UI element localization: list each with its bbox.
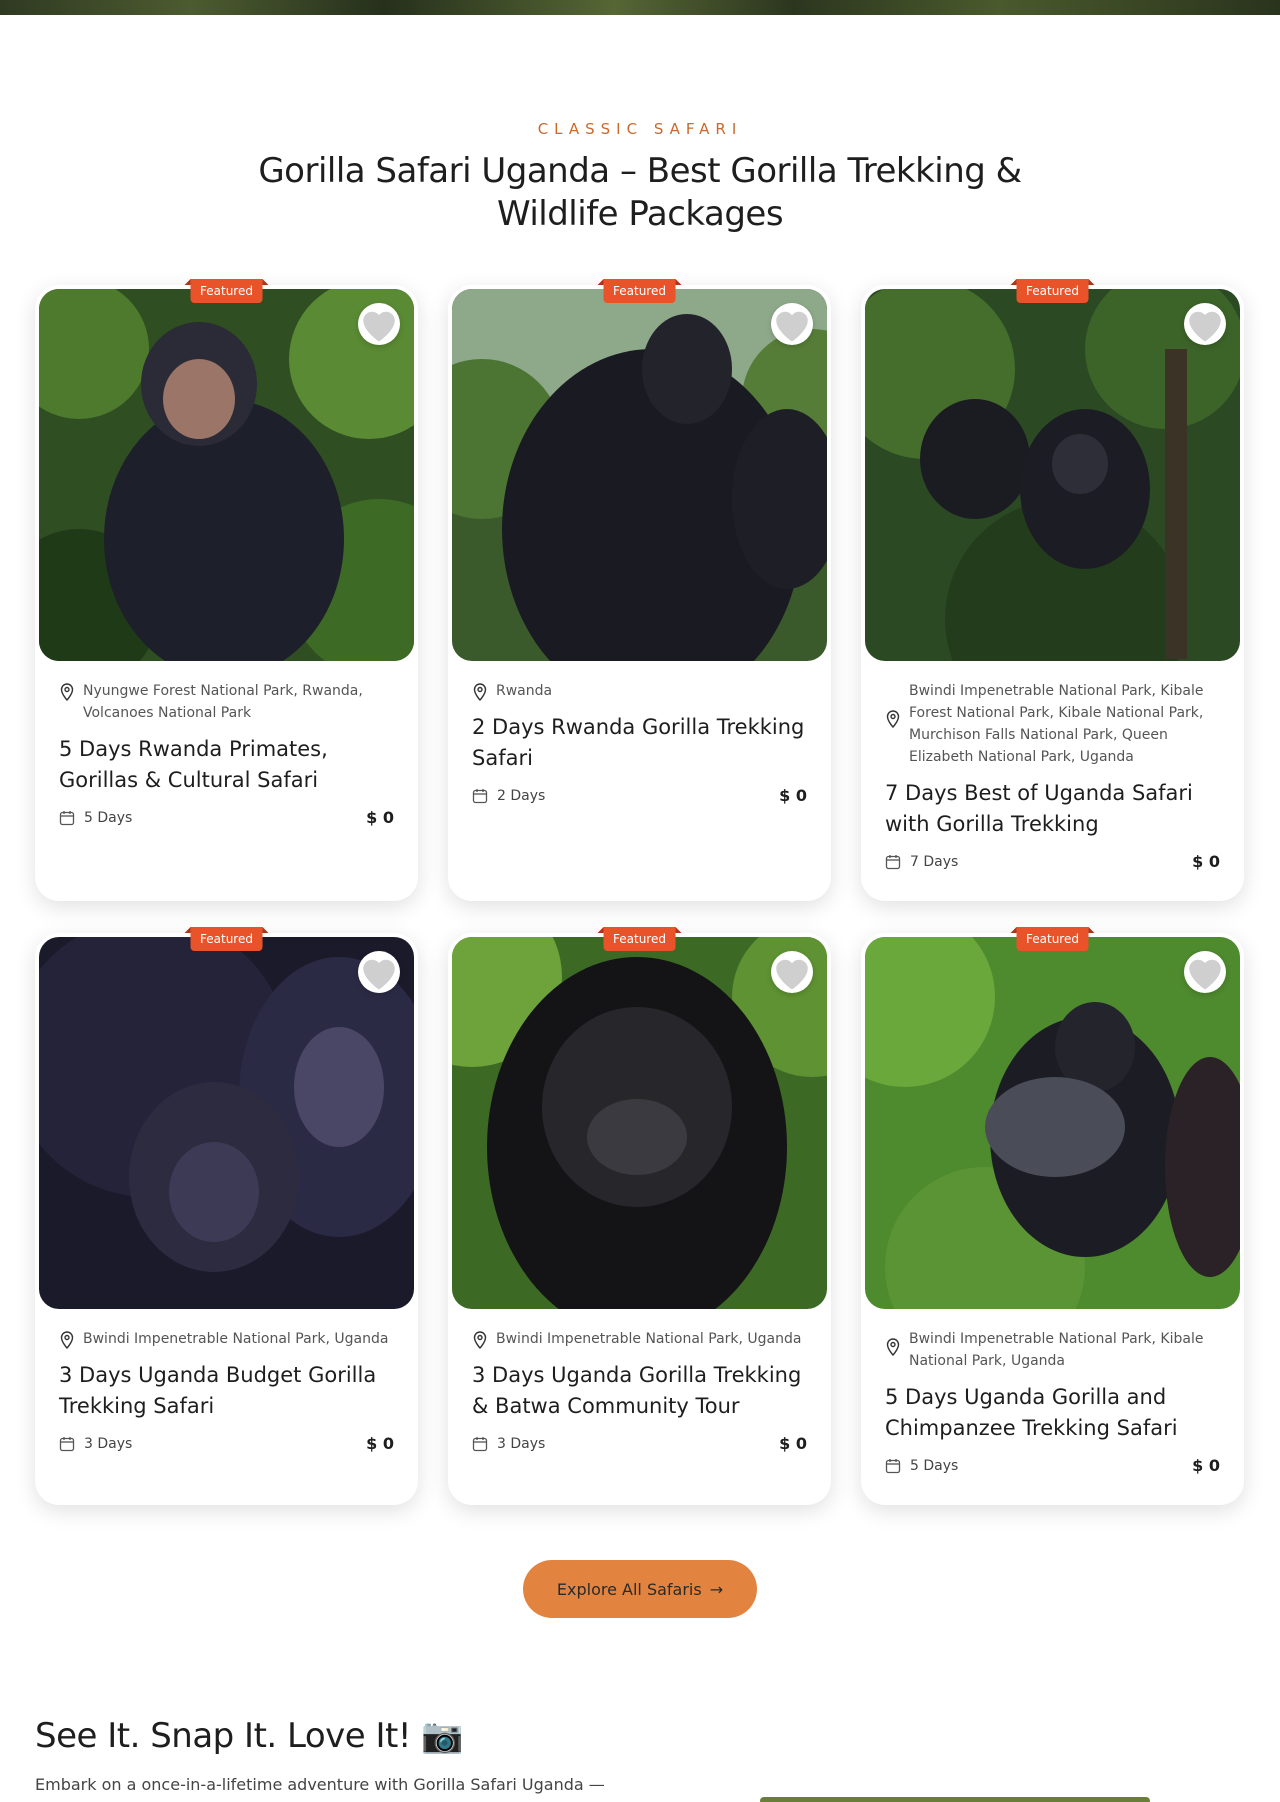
location-pin-icon [886,710,900,728]
card-duration: 5 Days [910,1457,959,1474]
safari-card[interactable]: Featured Bwindi Impenetrable National Pa… [861,927,1244,1505]
decorative-bar [760,1797,1150,1802]
featured-badge: Featured [1010,279,1095,303]
featured-badge: Featured [1010,927,1095,951]
card-duration: 7 Days [910,853,959,870]
calendar-icon [885,1458,901,1473]
card-price: $ 0 [366,1434,394,1453]
favorite-heart-icon[interactable] [1184,303,1226,345]
card-location: Bwindi Impenetrable National Park, Ugand… [496,1331,802,1347]
card-price: $ 0 [1192,1456,1220,1475]
safari-card-image[interactable] [39,937,414,1309]
safari-card-image[interactable] [39,289,414,661]
card-price: $ 0 [779,1434,807,1453]
card-location: Bwindi Impenetrable National Park, Ugand… [83,1331,389,1347]
card-duration: 3 Days [497,1435,546,1452]
safari-card-image[interactable] [865,289,1240,661]
card-location: Rwanda [496,683,553,699]
card-price: $ 0 [779,786,807,805]
card-duration: 5 Days [84,809,133,826]
section-eyebrow: CLASSIC SAFARI [537,120,743,138]
snap-section-text: Embark on a once-in-a-lifetime adventure… [35,1775,605,1794]
location-pin-icon [60,683,74,701]
explore-button-label: Explore All Safaris [556,1579,702,1599]
safari-card[interactable]: Featured Bwindi Impenetrable National Pa… [448,927,831,1505]
favorite-heart-icon[interactable] [358,303,400,345]
calendar-icon [472,1436,488,1451]
safari-card-image[interactable] [865,937,1240,1309]
card-title[interactable]: 5 Days Rwanda Primates, Gorillas & Cultu… [59,734,394,796]
card-location: Nyungwe Forest National Park, Rwanda, Vo… [83,683,363,721]
location-pin-icon [473,683,487,701]
safari-card-image[interactable] [452,937,827,1309]
card-price: $ 0 [366,808,394,827]
calendar-icon [472,788,488,803]
featured-badge: Featured [597,927,682,951]
section-title: Gorilla Safari Uganda – Best Gorilla Tre… [258,151,1022,234]
featured-badge: Featured [597,279,682,303]
safari-card[interactable]: Featured Nyungwe Forest National Park, R… [35,279,418,901]
favorite-heart-icon[interactable] [358,951,400,993]
favorite-heart-icon[interactable] [1184,951,1226,993]
featured-badge: Featured [184,927,269,951]
safari-card[interactable]: Featured Bwindi Impenetrable National Pa… [861,279,1244,901]
card-duration: 3 Days [84,1435,133,1452]
card-title[interactable]: 7 Days Best of Uganda Safari with Gorill… [885,778,1220,840]
card-location: Bwindi Impenetrable National Park, Kibal… [909,1331,1204,1369]
card-title[interactable]: 3 Days Uganda Gorilla Trekking & Batwa C… [472,1360,807,1422]
safari-card-image[interactable] [452,289,827,661]
card-price: $ 0 [1192,852,1220,871]
explore-all-safaris-button[interactable]: Explore All Safaris → [523,1560,757,1618]
calendar-icon [885,854,901,869]
arrow-right-icon: → [709,1579,724,1599]
card-title[interactable]: 3 Days Uganda Budget Gorilla Trekking Sa… [59,1360,394,1422]
location-pin-icon [886,1338,900,1356]
card-title[interactable]: 2 Days Rwanda Gorilla Trekking Safari [472,712,807,774]
calendar-icon [59,810,75,825]
card-duration: 2 Days [497,787,546,804]
location-pin-icon [60,1331,74,1349]
calendar-icon [59,1436,75,1451]
card-title[interactable]: 5 Days Uganda Gorilla and Chimpanzee Tre… [885,1382,1220,1444]
safari-card[interactable]: Featured Rwanda 2 Days Rwanda Gorilla Tr… [448,279,831,901]
card-location: Bwindi Impenetrable National Park, Kibal… [909,683,1204,765]
favorite-heart-icon[interactable] [771,303,813,345]
location-pin-icon [473,1331,487,1349]
favorite-heart-icon[interactable] [771,951,813,993]
safari-card[interactable]: Featured Bwindi Impenetrable National Pa… [35,927,418,1505]
snap-section-title: See It. Snap It. Love It! 📷 [35,1716,464,1756]
featured-badge: Featured [184,279,269,303]
hero-image-strip [0,0,1280,15]
